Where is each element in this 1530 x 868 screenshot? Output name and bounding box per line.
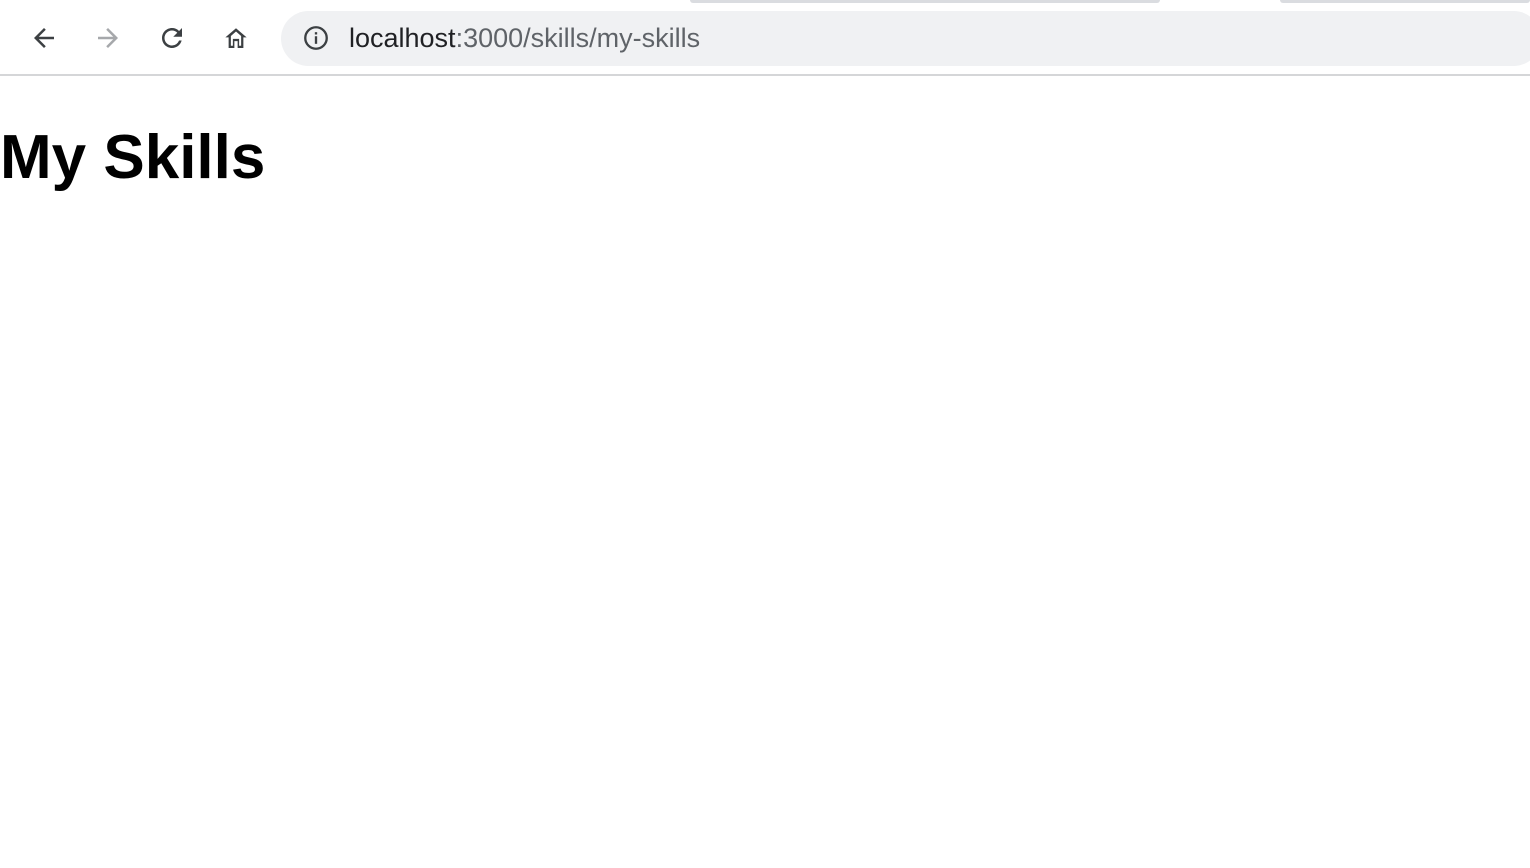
home-icon — [225, 28, 247, 48]
info-icon[interactable] — [301, 23, 331, 53]
arrow-right-icon — [98, 28, 118, 48]
reload-button[interactable] — [148, 14, 196, 62]
url-host: localhost — [349, 23, 456, 53]
home-button[interactable] — [212, 14, 260, 62]
address-bar[interactable]: localhost:3000/skills/my-skills — [281, 11, 1530, 66]
back-button[interactable] — [20, 14, 68, 62]
tab-edge — [690, 0, 1160, 3]
reload-icon — [162, 28, 182, 48]
tab-edge — [1280, 0, 1530, 3]
url-path: :3000/skills/my-skills — [455, 23, 701, 53]
forward-button[interactable] — [84, 14, 132, 62]
arrow-left-icon — [34, 28, 54, 48]
page-title: My Skills — [0, 123, 266, 192]
browser-toolbar: localhost:3000/skills/my-skills — [0, 0, 1530, 76]
url-text[interactable]: localhost:3000/skills/my-skills — [349, 11, 700, 66]
